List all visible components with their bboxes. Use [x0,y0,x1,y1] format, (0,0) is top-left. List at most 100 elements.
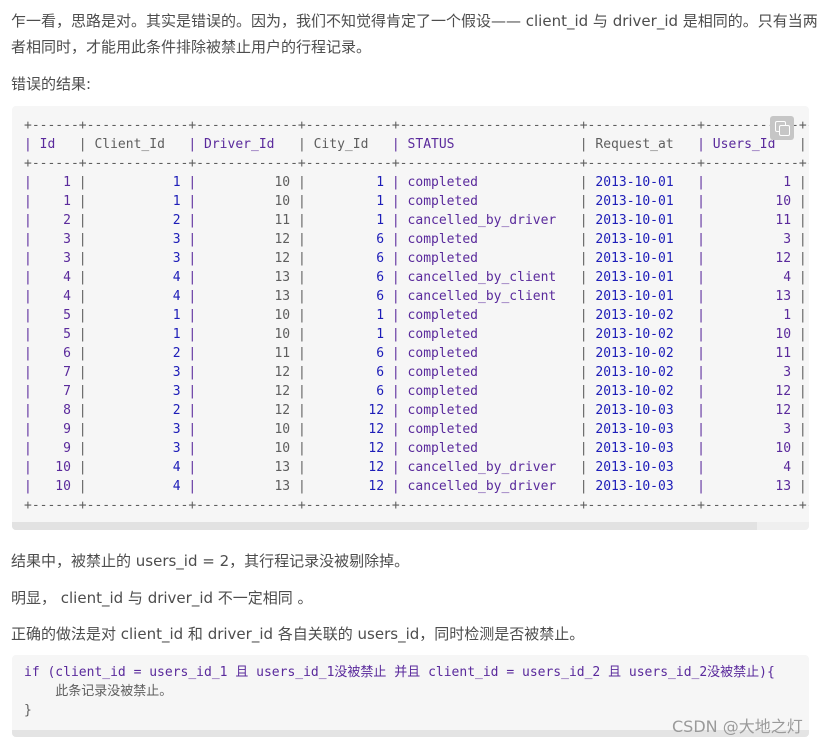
cell-divider: | [697,403,713,418]
table-cell: 4 [39,289,79,304]
table-cell: 3 [94,384,189,399]
cell-divider: | [188,213,205,228]
cell-divider: | [579,384,596,399]
table-border: +------+-------------+-------------+----… [24,498,809,513]
cell-divider: | [188,251,205,266]
cell-divider: | [798,137,807,152]
table-border: +------+-------------+-------------+----… [24,156,809,171]
cell-divider: | [391,479,408,494]
column-header: Request_at [595,137,698,152]
cell-divider: | [78,175,95,190]
cell-divider: | [697,137,713,152]
cell-divider: | [391,251,408,266]
result-note: 结果中，被禁止的 users_id = 2，其行程记录没被剔除掉。 [11,552,410,570]
cell-divider: | [297,308,314,323]
cell-divider: | [78,289,95,304]
copy-button[interactable] [770,116,794,140]
cell-divider: | [579,422,596,437]
cell-divider: | [697,213,713,228]
cell-divider: | [297,365,314,380]
cell-divider: | [188,137,205,152]
cell-divider: | [697,308,713,323]
table-row: | 4 | 4 | 13 | 6 | cancelled_by_client |… [24,287,809,306]
result-table-code-block: +------+-------------+-------------+----… [12,106,809,530]
cell-divider: | [78,460,95,475]
cell-divider: | [297,194,314,209]
cell-divider: | [297,289,314,304]
horizontal-scrollbar[interactable] [12,522,809,530]
scrollbar-thumb[interactable] [12,522,757,530]
table-row: | 9 | 3 | 10 | 12 | completed | 2013-10-… [24,439,809,458]
cell-divider: | [188,460,205,475]
pseudo-code: if (client_id = users_id_1 且 users_id_1没… [24,663,775,720]
cell-divider: | [24,213,40,228]
cell-divider: | [697,384,713,399]
cell-divider: | [24,479,40,494]
table-cell: completed [407,251,580,266]
table-cell: 13 [204,289,298,304]
table-cell: 4 [712,270,799,285]
cell-divider: | [24,403,40,418]
cell-divider: | [188,232,205,247]
table-cell: 1 [39,175,79,190]
cell-divider: | [78,479,95,494]
table-cell: 13 [204,270,298,285]
cell-divider: | [798,232,807,247]
table-row: | 6 | 2 | 11 | 6 | completed | 2013-10-0… [24,344,809,363]
table-cell: cancelled_by_client [407,289,580,304]
table-cell: 12 [204,232,298,247]
table-cell: completed [407,441,580,456]
cell-divider: | [78,194,95,209]
table-cell: 1 [94,327,189,342]
cell-divider: | [391,365,408,380]
table-row: | 3 | 3 | 12 | 6 | completed | 2013-10-0… [24,249,809,268]
table-row: | 1 | 1 | 10 | 1 | completed | 2013-10-0… [24,192,809,211]
table-cell: 13 [712,289,799,304]
cell-divider: | [697,479,713,494]
table-cell: cancelled_by_driver [407,460,580,475]
cell-divider: | [579,194,596,209]
cell-divider: | [697,251,713,266]
table-cell: 2013-10-01 [595,175,698,190]
table-cell: 2013-10-01 [595,213,698,228]
cell-divider: | [798,175,807,190]
cell-divider: | [188,289,205,304]
cell-divider: | [188,441,205,456]
cell-divider: | [579,441,596,456]
table-cell: 2013-10-01 [595,289,698,304]
table-cell: 2013-10-02 [595,327,698,342]
table-cell: 2013-10-03 [595,422,698,437]
cell-divider: | [391,175,408,190]
table-cell: 12 [313,441,392,456]
table-cell: 6 [313,251,392,266]
table-cell: 6 [39,346,79,361]
table-row: | 10 | 4 | 13 | 12 | cancelled_by_driver… [24,477,809,496]
cell-divider: | [798,422,807,437]
table-cell: 4 [94,460,189,475]
cell-divider: | [391,137,408,152]
cell-divider: | [391,270,408,285]
correct-approach: 正确的做法是对 client_id 和 driver_id 各自关联的 user… [11,625,585,643]
cell-divider: | [188,194,205,209]
table-cell: 10 [204,175,298,190]
cell-divider: | [391,327,408,342]
table-cell: 10 [39,479,79,494]
cell-divider: | [697,422,713,437]
table-cell: cancelled_by_driver [407,213,580,228]
table-cell: 2 [94,213,189,228]
table-row: | 10 | 4 | 13 | 12 | cancelled_by_driver… [24,458,809,477]
table-cell: 10 [204,194,298,209]
table-row: | 7 | 3 | 12 | 6 | completed | 2013-10-0… [24,382,809,401]
table-cell: 3 [94,422,189,437]
table-cell: 12 [712,251,799,266]
table-cell: 3 [39,251,79,266]
table-cell: 2013-10-01 [595,194,698,209]
cell-divider: | [78,213,95,228]
table-row: | 3 | 3 | 12 | 6 | completed | 2013-10-0… [24,230,809,249]
cell-divider: | [798,289,807,304]
cell-divider: | [579,137,596,152]
cell-divider: | [391,308,408,323]
cell-divider: | [78,365,95,380]
cell-divider: | [697,365,713,380]
cell-divider: | [297,479,314,494]
